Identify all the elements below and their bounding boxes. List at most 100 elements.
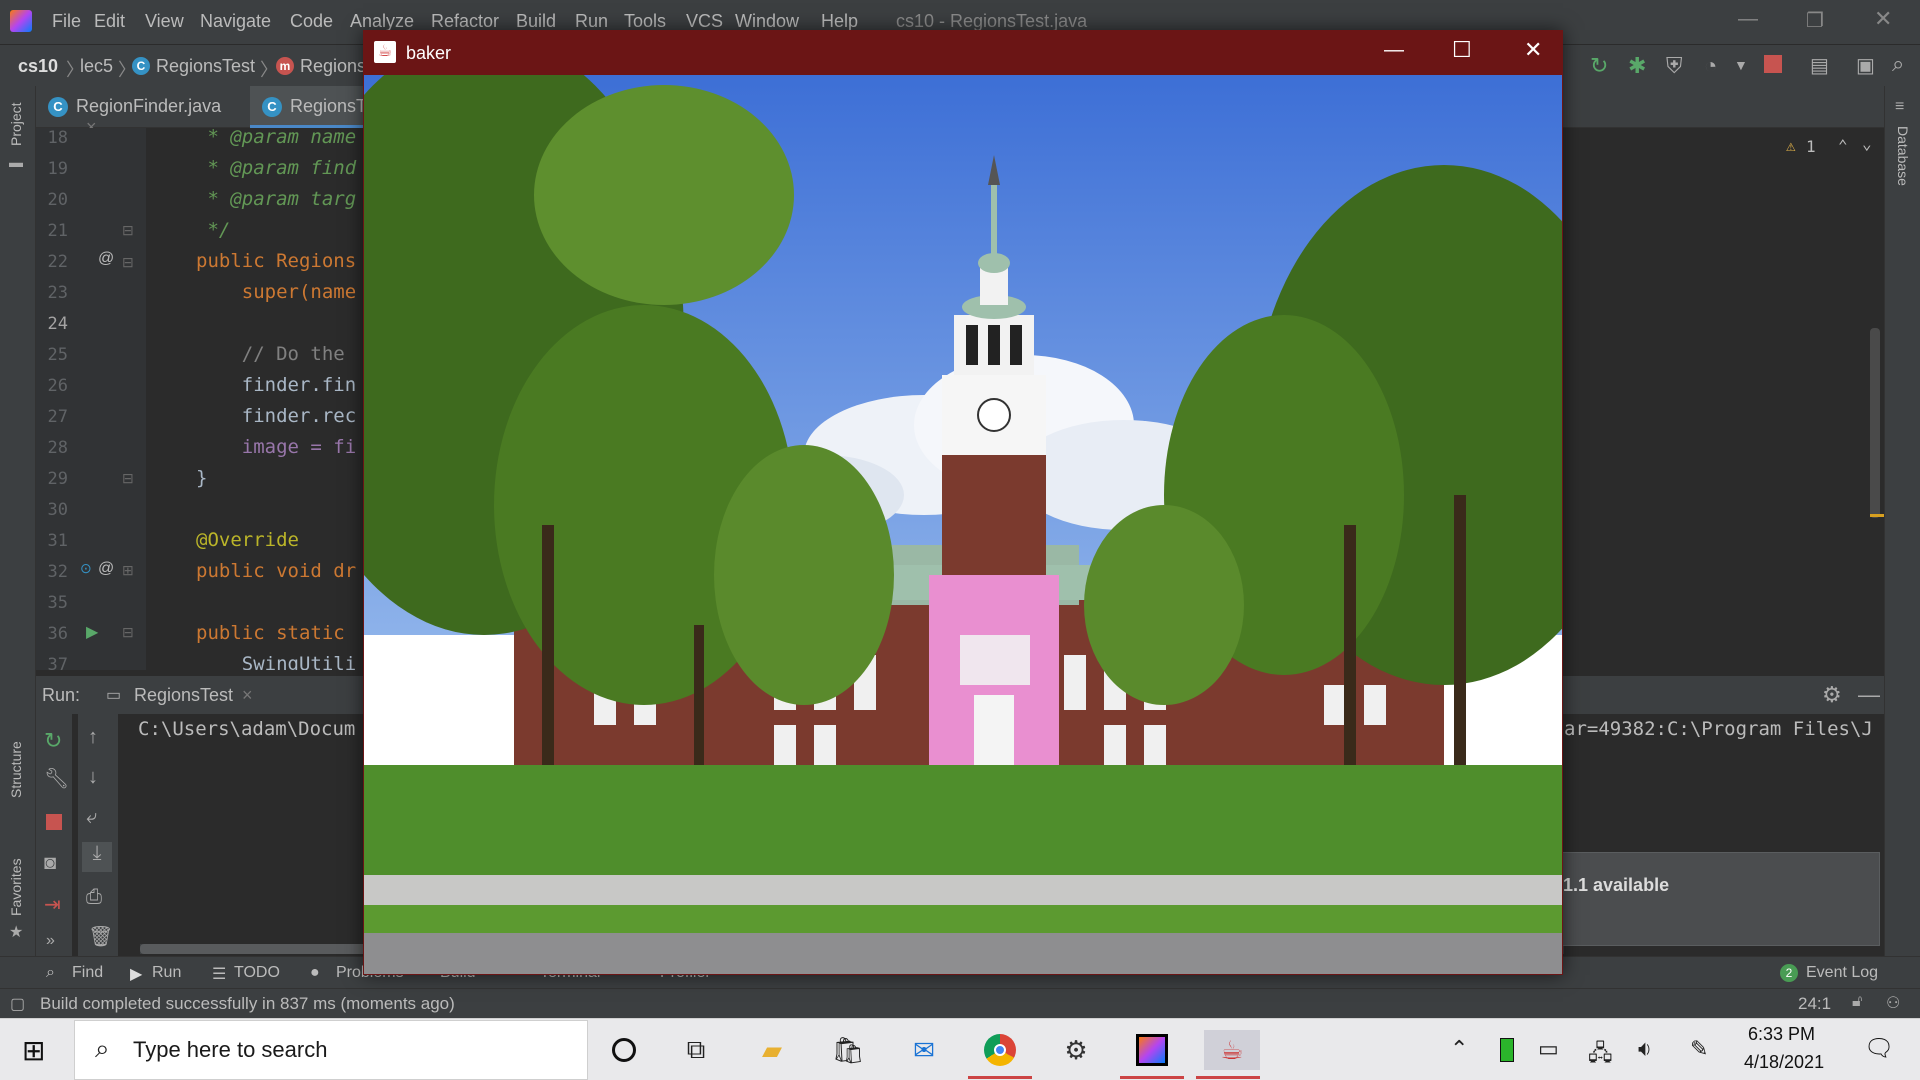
chevron-up-icon[interactable]: ⌃ — [1838, 136, 1848, 155]
windows-start-icon[interactable]: ⊞ — [22, 1034, 45, 1067]
baker-window[interactable]: ☕︎ baker — ☐ ✕ — [363, 30, 1563, 975]
intellij-taskbar-icon[interactable] — [1132, 1030, 1172, 1070]
run-tab[interactable]: RegionsTest — [134, 685, 233, 706]
warning-icon[interactable]: ⚠ — [1786, 136, 1796, 155]
menu-help[interactable]: Help — [821, 11, 858, 32]
project-structure-icon[interactable]: ▤ — [1810, 53, 1829, 78]
structure-tool-label[interactable]: Structure — [8, 741, 24, 798]
coverage-icon[interactable]: ⛨ — [1666, 53, 1683, 79]
intellij-logo-icon[interactable] — [10, 10, 32, 32]
power-icon[interactable]: ▭ — [1538, 1036, 1559, 1062]
tab-todo[interactable]: TODO — [234, 964, 280, 982]
ide-minimize-button[interactable]: — — [1738, 8, 1758, 31]
clock-date[interactable]: 4/18/2021 — [1744, 1052, 1824, 1073]
ide-restore-button[interactable]: ❐ — [1806, 8, 1824, 33]
print-icon[interactable]: ⎙ — [86, 886, 102, 909]
implements-marker-icon[interactable]: ⊙ — [80, 560, 92, 577]
volume-icon[interactable]: 🔉︎ — [1638, 1036, 1652, 1062]
project-tool-label[interactable]: Project — [8, 102, 24, 146]
override-marker-icon[interactable]: @ — [98, 560, 114, 578]
profile-icon[interactable]: ◔ — [1704, 53, 1717, 79]
breadcrumb-class[interactable]: RegionsTest — [156, 56, 255, 77]
breadcrumb-method[interactable]: Regions — [300, 56, 366, 77]
wrench-icon[interactable]: 🔧︎ — [44, 766, 69, 791]
menu-code[interactable]: Code — [290, 11, 333, 32]
settings-gear-icon[interactable]: ⚙ — [1056, 1030, 1096, 1070]
menu-tools[interactable]: Tools — [624, 11, 666, 32]
caret-position[interactable]: 24:1 — [1798, 994, 1831, 1014]
trash-icon[interactable]: 🗑︎ — [88, 924, 113, 949]
favorites-tool-label[interactable]: Favorites — [8, 858, 24, 916]
fold-icon[interactable]: ⊟ — [122, 624, 134, 641]
close-icon[interactable]: × — [242, 685, 253, 706]
exit-icon[interactable]: ⇥ — [44, 892, 61, 917]
java-taskbar-icon[interactable]: ☕︎ — [1204, 1030, 1260, 1070]
rerun-icon[interactable]: ↻ — [1590, 53, 1608, 79]
update-notification[interactable]: 1.1 available — [1558, 852, 1880, 946]
chevron-down-icon[interactable]: ▼ — [1734, 57, 1748, 73]
tab-run[interactable]: Run — [152, 964, 181, 982]
tab-regionfinder[interactable]: C RegionFinder.java × — [36, 86, 250, 137]
tab-find[interactable]: Find — [72, 964, 103, 982]
menu-analyze[interactable]: Analyze — [350, 11, 414, 32]
battery-indicator-icon[interactable] — [1500, 1038, 1514, 1062]
maximize-button[interactable]: ☐ — [1452, 37, 1472, 63]
stop-icon[interactable] — [1764, 55, 1782, 73]
lock-icon[interactable]: 🔓︎ — [1852, 993, 1862, 1011]
menu-vcs[interactable]: VCS — [686, 11, 723, 32]
hide-panel-icon[interactable]: — — [1858, 682, 1880, 708]
cortana-icon[interactable] — [604, 1030, 644, 1070]
gear-icon[interactable]: ⚙ — [1822, 682, 1842, 708]
breadcrumb-project[interactable]: cs10 — [18, 56, 58, 77]
menu-build[interactable]: Build — [516, 11, 556, 32]
chevron-up-icon[interactable]: ⌃ — [1450, 1036, 1468, 1062]
menu-edit[interactable]: Edit — [94, 11, 125, 32]
event-log-button[interactable]: Event Log — [1806, 964, 1878, 982]
baker-title-bar[interactable]: ☕︎ baker — ☐ ✕ — [364, 31, 1562, 75]
menu-refactor[interactable]: Refactor — [431, 11, 499, 32]
search-icon[interactable]: ⌕ — [1892, 51, 1904, 77]
pen-icon[interactable]: ✎ — [1690, 1036, 1708, 1062]
ide-close-button[interactable]: ✕ — [1874, 6, 1892, 32]
menu-file[interactable]: File — [52, 11, 81, 32]
database-tool-label[interactable]: Database — [1895, 126, 1911, 186]
override-marker-icon[interactable]: @ — [98, 250, 114, 268]
fold-icon[interactable]: ⊟ — [122, 470, 134, 487]
clock-time[interactable]: 6:33 PM — [1748, 1024, 1815, 1045]
task-view-icon[interactable]: ⧉ — [676, 1030, 716, 1070]
menu-view[interactable]: View — [145, 11, 184, 32]
close-button[interactable]: ✕ — [1524, 37, 1542, 63]
network-icon[interactable]: 🖧︎ — [1588, 1036, 1613, 1074]
soft-wrap-icon[interactable]: ⤶ — [86, 806, 97, 829]
arrow-up-icon[interactable]: ↑ — [88, 726, 98, 749]
mail-icon[interactable]: ✉ — [904, 1030, 944, 1070]
fold-icon[interactable]: ⊞ — [122, 562, 134, 579]
stop-icon[interactable] — [46, 814, 62, 830]
fold-icon[interactable]: ⊟ — [122, 222, 134, 239]
file-explorer-icon[interactable]: ▰ — [752, 1030, 792, 1070]
status-panel-icon[interactable]: ▢ — [10, 994, 25, 1014]
inspector-icon[interactable]: ⚇ — [1886, 993, 1900, 1013]
camera-icon[interactable]: ◙ — [44, 852, 56, 875]
fold-icon[interactable]: ⊟ — [122, 254, 134, 271]
warning-marker[interactable] — [1870, 514, 1884, 517]
editor-scrollbar[interactable] — [1870, 328, 1880, 518]
run-gutter-icon[interactable]: ▶ — [86, 622, 98, 642]
terminal-icon[interactable]: ▣ — [1856, 53, 1875, 78]
notification-center-icon[interactable]: 🗨︎ — [1864, 1034, 1894, 1063]
debug-icon[interactable]: ✱ — [1628, 53, 1646, 79]
scroll-to-end-icon[interactable]: ⤓ — [82, 842, 112, 872]
chrome-running-indicator — [968, 1076, 1032, 1079]
arrow-down-icon[interactable]: ↓ — [88, 766, 98, 789]
breadcrumb-package[interactable]: lec5 — [80, 56, 113, 77]
taskbar-search-box[interactable]: ⌕ Type here to search — [74, 1020, 588, 1080]
menu-run[interactable]: Run — [575, 11, 608, 32]
menu-navigate[interactable]: Navigate — [200, 11, 271, 32]
chrome-icon[interactable] — [980, 1030, 1020, 1070]
store-icon[interactable]: 🛍︎ — [828, 1030, 868, 1070]
more-icon[interactable]: » — [46, 932, 55, 950]
menu-window[interactable]: Window — [735, 11, 799, 32]
chevron-down-icon[interactable]: ⌄ — [1862, 134, 1872, 153]
minimize-button[interactable]: — — [1384, 39, 1404, 62]
rerun-icon[interactable]: ↻ — [44, 728, 62, 754]
